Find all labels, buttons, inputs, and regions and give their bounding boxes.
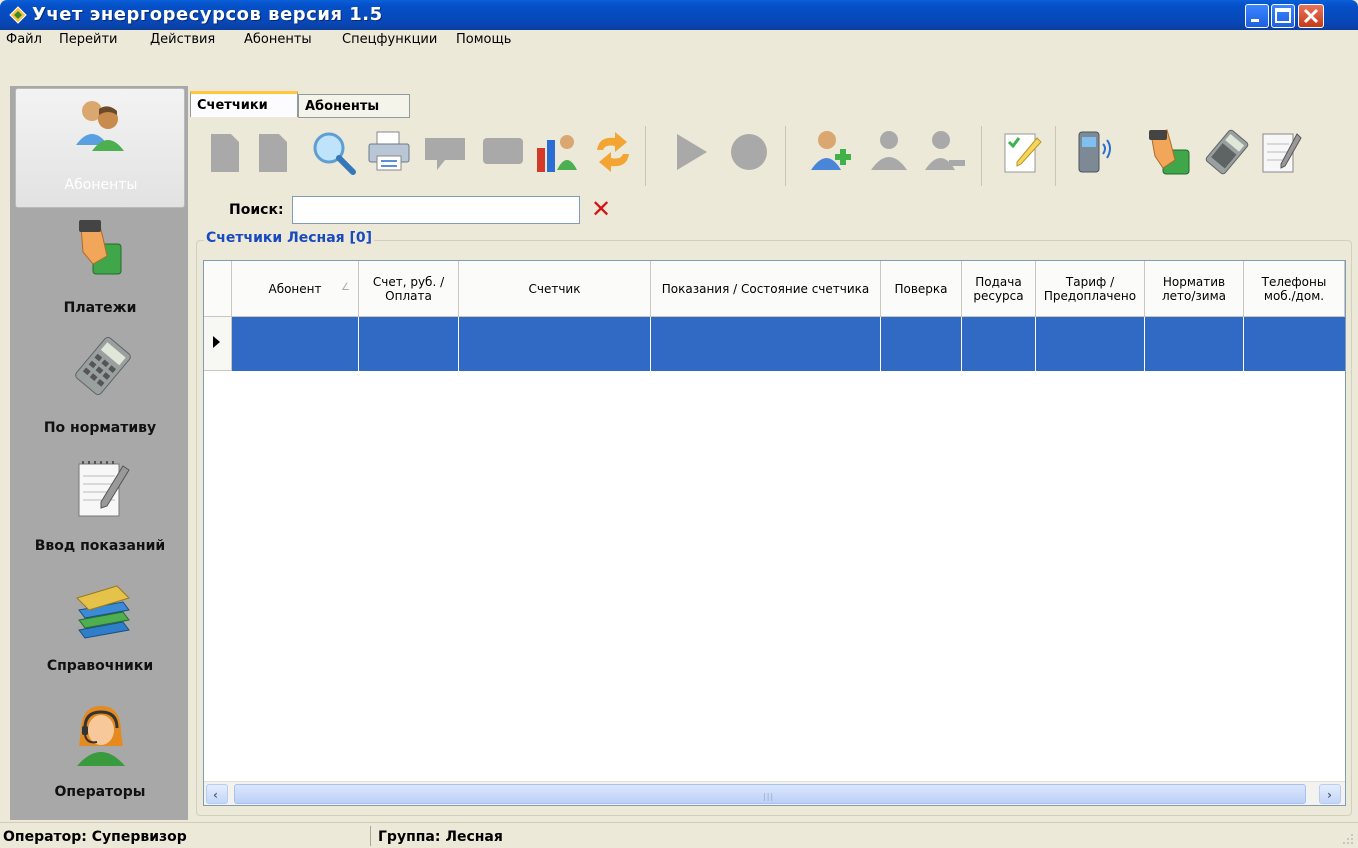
horizontal-scrollbar[interactable]: ‹ ||| › [204, 781, 1345, 805]
status-bar: Оператор: Супервизор Группа: Лесная [0, 822, 1358, 848]
column-header-account[interactable]: Счет, руб. / Оплата [359, 261, 459, 317]
toolbar [197, 122, 1347, 194]
payment-hand-icon[interactable] [1147, 128, 1195, 176]
app-icon [9, 6, 27, 24]
toolbar-separator [785, 126, 786, 186]
notepad-pen-icon[interactable] [1257, 128, 1305, 176]
status-group: Группа: Лесная [378, 829, 503, 845]
minimize-icon [1251, 19, 1259, 22]
clear-x-icon[interactable]: ✕ [591, 197, 611, 221]
close-icon [1303, 8, 1319, 24]
add-user-icon[interactable] [807, 128, 855, 176]
new-document-icon[interactable] [203, 128, 251, 176]
user-icon[interactable] [865, 128, 913, 176]
menu-subscribers[interactable]: Абоненты [244, 32, 312, 47]
refresh-arrows-icon[interactable] [589, 128, 637, 176]
sidebar-item-readings[interactable]: Ввод показаний [15, 454, 185, 569]
sidebar-item-references[interactable]: Справочники [15, 574, 185, 689]
checklist-edit-icon[interactable] [997, 128, 1045, 176]
sidebar-item-label: Платежи [63, 300, 137, 316]
sidebar-item-label: Справочники [46, 658, 154, 674]
users-chart-icon[interactable] [533, 128, 581, 176]
menu-help[interactable]: Помощь [456, 32, 511, 47]
remove-user-icon[interactable] [921, 128, 969, 176]
table-cell[interactable] [881, 317, 962, 371]
sidebar-item-label: По нормативу [43, 420, 157, 436]
current-row-arrow-icon [213, 336, 220, 348]
notepad-pen-icon [78, 461, 130, 517]
table-cell[interactable] [232, 317, 359, 371]
chevron-left-icon: ‹ [213, 788, 218, 802]
users-icon [76, 101, 124, 151]
chevron-right-icon: › [1327, 788, 1332, 802]
tab-meters[interactable]: Счетчики [190, 91, 298, 117]
toolbar-separator [1055, 126, 1056, 186]
menu-file[interactable]: Файл [6, 32, 42, 47]
payment-hand-icon [79, 220, 122, 275]
search-label: Поиск: [229, 202, 284, 218]
minimize-button[interactable] [1245, 4, 1269, 28]
menu-special[interactable]: Спецфункции [342, 32, 437, 47]
column-header-normative[interactable]: Норматив лето/зима [1145, 261, 1244, 317]
table-cell[interactable] [1036, 317, 1145, 371]
table-cell[interactable] [1244, 317, 1345, 371]
scrollbar-thumb[interactable]: ||| [234, 784, 1306, 804]
sidebar-item-label: Операторы [54, 784, 146, 800]
phone-sms-icon[interactable] [1069, 128, 1117, 176]
comment-icon[interactable] [421, 128, 469, 176]
table-cell[interactable] [1145, 317, 1244, 371]
tab-subscribers[interactable]: Абоненты [298, 94, 410, 118]
search-magnifier-icon[interactable] [309, 128, 357, 176]
group-title: Счетчики Лесная [0] [204, 230, 375, 246]
maximize-button[interactable] [1271, 4, 1295, 28]
row-header-corner [204, 261, 232, 317]
scroll-left-button[interactable]: ‹ [206, 784, 228, 804]
meters-grid[interactable]: Абонент ∠ Счет, руб. / Оплата Счетчик По… [203, 260, 1346, 806]
table-cell[interactable] [459, 317, 651, 371]
message-icon[interactable] [479, 128, 527, 176]
calculator-icon[interactable] [1203, 128, 1251, 176]
copy-document-icon[interactable] [251, 128, 299, 176]
column-header-phones[interactable]: Телефоны моб./дом. [1244, 261, 1345, 317]
menu-navigate[interactable]: Перейти [59, 32, 118, 47]
sidebar-item-label: Абоненты [64, 177, 138, 193]
sidebar-item-operators[interactable]: Операторы [15, 694, 185, 814]
calculator-icon [75, 336, 131, 396]
operator-headset-icon [77, 706, 125, 766]
status-operator: Оператор: Супервизор [3, 829, 187, 845]
maximize-icon [1275, 8, 1291, 23]
resize-grip-icon[interactable] [1340, 831, 1354, 845]
window-title: Учет энергоресурсов версия 1.5 [32, 4, 383, 25]
table-cell[interactable] [651, 317, 881, 371]
title-bar: Учет энергоресурсов версия 1.5 [0, 0, 1358, 30]
column-header-subscriber[interactable]: Абонент ∠ [232, 261, 359, 317]
menu-bar: Файл Перейти Действия Абоненты Спецфункц… [0, 30, 1358, 50]
column-header-readings[interactable]: Показания / Состояние счетчика [651, 261, 881, 317]
sidebar-item-normative[interactable]: По нормативу [15, 334, 185, 449]
search-input[interactable] [292, 196, 580, 224]
sidebar: Абоненты Платежи По нормативу Ввод показ… [10, 86, 188, 820]
grip-icon: ||| [763, 792, 775, 801]
printer-icon[interactable] [365, 128, 413, 176]
sort-indicator-icon: ∠ [341, 282, 350, 293]
close-button[interactable] [1298, 4, 1324, 28]
toolbar-separator [645, 126, 646, 186]
table-cell[interactable] [962, 317, 1036, 371]
toolbar-separator [981, 126, 982, 186]
menu-actions[interactable]: Действия [150, 32, 215, 47]
books-icon [76, 585, 130, 639]
sidebar-item-label: Ввод показаний [34, 538, 166, 554]
scroll-right-button[interactable]: › [1319, 784, 1341, 804]
sidebar-item-subscribers[interactable]: Абоненты [15, 88, 185, 208]
play-icon[interactable] [667, 128, 715, 176]
column-header-tariff[interactable]: Тариф / Предоплачено [1036, 261, 1145, 317]
status-divider [370, 826, 371, 846]
column-header-supply[interactable]: Подача ресурса [962, 261, 1036, 317]
record-icon[interactable] [725, 128, 773, 176]
column-header-verification[interactable]: Поверка [881, 261, 962, 317]
column-header-meter[interactable]: Счетчик [459, 261, 651, 317]
row-selector[interactable] [204, 317, 232, 371]
sidebar-item-payments[interactable]: Платежи [15, 214, 185, 329]
table-cell[interactable] [359, 317, 459, 371]
